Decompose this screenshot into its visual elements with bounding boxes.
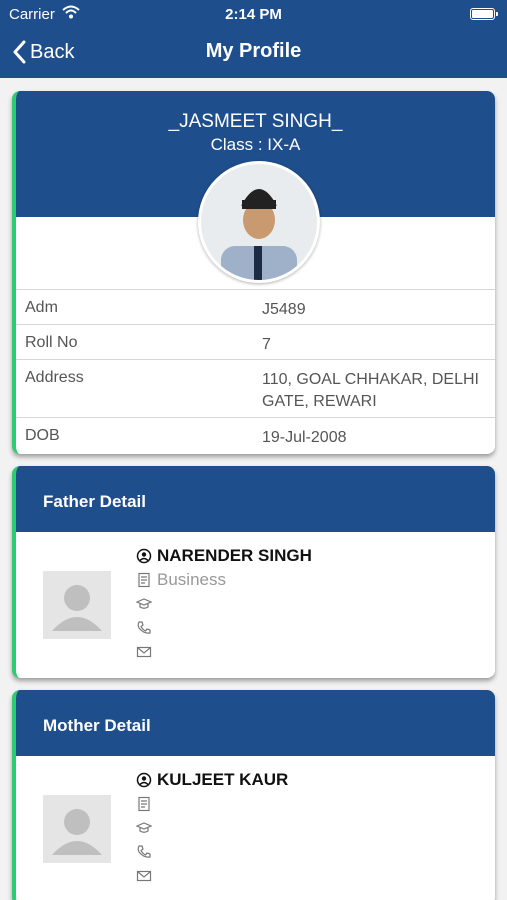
status-bar: Carrier 2:14 PM <box>0 0 507 28</box>
student-class: Class : IX-A <box>210 135 301 154</box>
student-details-table: Adm J5489 Roll No 7 Address 110, GOAL CH… <box>16 289 495 453</box>
graduation-cap-icon <box>136 822 152 833</box>
father-qualification-row <box>136 592 312 616</box>
detail-value: J5489 <box>262 301 306 318</box>
avatar-placeholder-icon <box>43 795 111 863</box>
detail-label: Adm <box>25 299 58 316</box>
father-name: NARENDER SINGH <box>157 546 312 565</box>
mother-email-row[interactable] <box>136 864 288 888</box>
student-photo-illustration <box>201 164 317 280</box>
mother-detail-header: Mother Detail <box>16 690 495 756</box>
mother-name-row: KULJEET KAUR <box>136 768 288 792</box>
student-photo <box>198 161 320 283</box>
top-bar: Carrier 2:14 PM Back My Profile <box>0 0 507 78</box>
page-title: My Profile <box>205 40 302 62</box>
father-occupation: Business <box>157 570 226 589</box>
father-info-list: NARENDER SINGH Business <box>136 544 312 664</box>
mother-detail-card: Mother Detail KULJEET KAUR <box>12 690 495 900</box>
detail-row-adm: Adm J5489 <box>16 289 495 324</box>
avatar-placeholder-icon <box>43 571 111 639</box>
father-detail-heading: Father Detail <box>43 492 146 511</box>
father-occupation-row: Business <box>136 568 312 592</box>
student-name: _JASMEET SINGH_ <box>168 111 343 132</box>
occupation-icon <box>138 572 150 588</box>
mail-icon[interactable] <box>136 644 152 660</box>
detail-label: DOB <box>25 427 60 444</box>
father-detail-card: Father Detail NARENDER SINGH Business <box>12 466 495 678</box>
student-profile-card: _JASMEET SINGH_ Class : IX-A Adm J5489 R… <box>12 91 495 454</box>
person-icon <box>136 548 152 564</box>
detail-row-address: Address 110, GOAL CHHAKAR, DELHI GATE, R… <box>16 359 495 417</box>
mother-info-list: KULJEET KAUR <box>136 768 288 888</box>
father-email-row[interactable] <box>136 640 312 664</box>
phone-icon[interactable] <box>136 844 152 860</box>
father-phone-row[interactable] <box>136 616 312 640</box>
mother-detail-heading: Mother Detail <box>43 716 151 735</box>
occupation-icon <box>138 796 150 812</box>
battery-icon <box>470 8 498 20</box>
detail-row-roll: Roll No 7 <box>16 324 495 359</box>
mother-qualification-row <box>136 816 288 840</box>
detail-value: 19-Jul-2008 <box>262 429 347 446</box>
graduation-cap-icon <box>136 598 152 609</box>
person-icon <box>136 772 152 788</box>
mother-name: KULJEET KAUR <box>157 770 289 789</box>
father-detail-header: Father Detail <box>16 466 495 532</box>
mother-phone-row[interactable] <box>136 840 288 864</box>
status-time: 2:14 PM <box>225 6 282 23</box>
detail-label: Roll No <box>25 334 78 351</box>
father-name-row: NARENDER SINGH <box>136 544 312 568</box>
phone-icon[interactable] <box>136 620 152 636</box>
mother-occupation-row <box>136 792 288 816</box>
detail-value: 7 <box>262 336 271 353</box>
mail-icon[interactable] <box>136 868 152 884</box>
detail-label: Address <box>25 369 84 386</box>
detail-row-dob: DOB 19-Jul-2008 <box>16 417 495 453</box>
detail-value: 110, GOAL CHHAKAR, DELHI GATE, REWARI <box>262 371 479 410</box>
